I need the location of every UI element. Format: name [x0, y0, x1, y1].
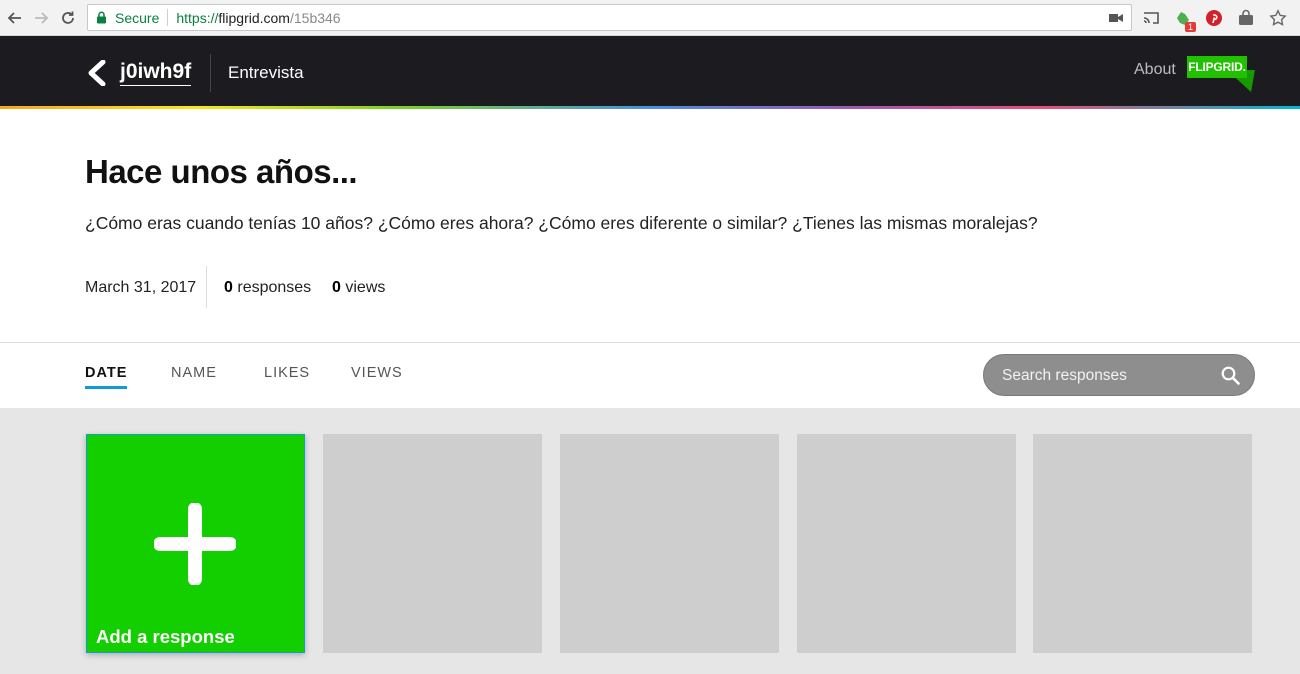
plus-icon: [154, 503, 236, 585]
grid-name: Entrevista: [228, 63, 304, 82]
sort-tab-date[interactable]: DATE: [85, 365, 128, 389]
meta-divider: [206, 266, 207, 308]
url-host: flipgrid.com: [218, 9, 290, 26]
add-response-label: Add a response: [96, 626, 235, 647]
arrow-right-icon: [35, 12, 49, 24]
secure-label: Secure: [115, 9, 160, 26]
header-divider: [210, 54, 211, 92]
flipgrid-logo[interactable]: FLIPGRID.: [1187, 56, 1257, 94]
responses-label: responses: [237, 279, 312, 296]
site-header: j0iwh9f Entrevista About FLIPGRID.: [0, 36, 1300, 106]
cast-icon: [1143, 12, 1159, 24]
star-icon: [1269, 9, 1287, 26]
responses-grid: Add a response: [0, 408, 1300, 674]
responses-number: 0: [224, 279, 233, 296]
search-icon[interactable]: [1221, 366, 1240, 385]
extension-button[interactable]: 1: [1173, 8, 1196, 32]
pinterest-icon: [1206, 10, 1222, 26]
camera-icon[interactable]: [1109, 11, 1123, 25]
response-placeholder-card: [323, 434, 542, 653]
search-input[interactable]: [1002, 365, 1212, 387]
response-placeholder-card: [1033, 434, 1252, 653]
back-button[interactable]: [4, 7, 26, 29]
lock-icon: [96, 11, 108, 25]
browser-toolbar: Secure https://flipgrid.com/15b346 1: [0, 0, 1300, 36]
add-response-card[interactable]: Add a response: [86, 434, 305, 653]
about-link[interactable]: About: [1134, 61, 1176, 79]
shopping-button[interactable]: [1236, 8, 1256, 28]
omnibox-separator: [167, 9, 169, 26]
sort-tab-views[interactable]: VIEWS: [351, 365, 403, 381]
url-scheme: https://: [176, 9, 219, 26]
response-placeholder-card: [797, 434, 1016, 653]
response-placeholder-card: [560, 434, 779, 653]
cast-button[interactable]: [1141, 8, 1161, 28]
pinterest-button[interactable]: [1204, 8, 1224, 28]
address-bar[interactable]: Secure https://flipgrid.com/15b346: [87, 4, 1132, 31]
reload-icon: [62, 11, 74, 24]
url-path: /15b346: [289, 9, 341, 26]
arrow-left-icon: [7, 12, 21, 24]
extension-badge: 1: [1184, 22, 1196, 32]
topic-section: Hace unos años... ¿Cómo eras cuando tení…: [0, 109, 1300, 342]
views-number: 0: [332, 279, 341, 296]
chevron-left-icon[interactable]: [86, 60, 108, 86]
topic-title: Hace unos años...: [85, 153, 358, 190]
topic-description: ¿Cómo eras cuando tenías 10 años? ¿Cómo …: [85, 213, 1038, 233]
views-count: 0 views: [332, 279, 385, 297]
views-label: views: [345, 279, 386, 296]
logo-text: FLIPGRID.: [1187, 56, 1247, 78]
forward-button[interactable]: [30, 7, 52, 29]
sort-bar: DATE NAME LIKES VIEWS: [0, 342, 1300, 408]
reload-button[interactable]: [57, 7, 79, 29]
search-box: [983, 354, 1255, 396]
bag-icon: [1239, 9, 1253, 25]
topic-date: March 31, 2017: [85, 279, 197, 296]
responses-count: 0 responses: [224, 279, 311, 297]
grid-code-link[interactable]: j0iwh9f: [120, 60, 192, 86]
sort-tab-name[interactable]: NAME: [171, 365, 217, 381]
sort-tab-likes[interactable]: LIKES: [264, 365, 310, 381]
bookmark-button[interactable]: [1268, 8, 1288, 28]
